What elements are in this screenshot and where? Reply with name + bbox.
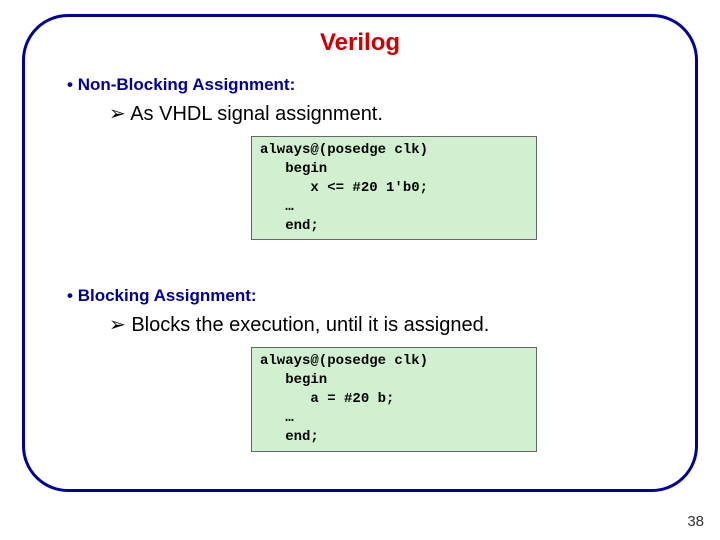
page-number: 38: [687, 513, 704, 530]
section-blocking: Blocking Assignment: Blocks the executio…: [25, 286, 695, 451]
slide-title: Verilog: [25, 29, 695, 57]
sub-nonblocking: As VHDL signal assignment.: [25, 101, 695, 126]
code-blocking: always@(posedge clk) begin a = #20 b; … …: [251, 347, 537, 451]
slide-frame: Verilog Non-Blocking Assignment: As VHDL…: [22, 14, 698, 492]
heading-nonblocking: Non-Blocking Assignment:: [25, 75, 695, 95]
section-nonblocking: Non-Blocking Assignment: As VHDL signal …: [25, 75, 695, 240]
code-nonblocking: always@(posedge clk) begin x <= #20 1'b0…: [251, 136, 537, 240]
heading-blocking: Blocking Assignment:: [25, 286, 695, 306]
sub-blocking: Blocks the execution, until it is assign…: [25, 312, 695, 337]
